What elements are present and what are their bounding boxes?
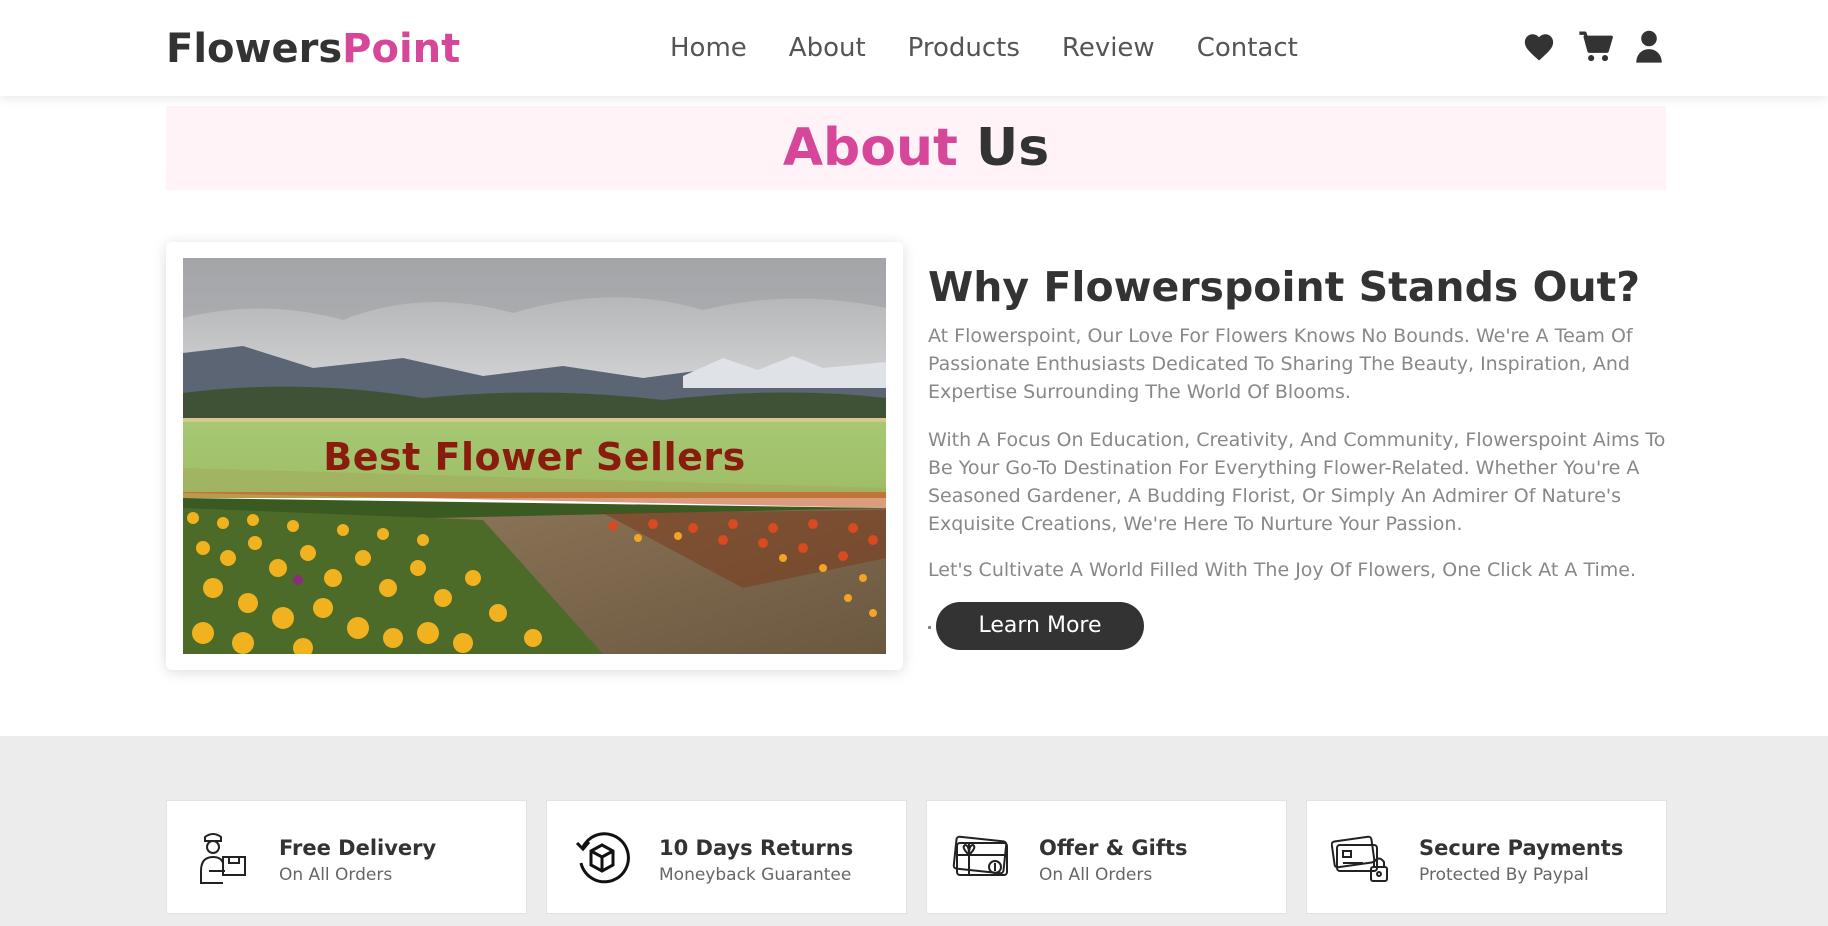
about-paragraph-2: With A Focus On Education, Creativity, A… <box>928 429 1666 535</box>
about-image-card: Best Flower Sellers <box>166 242 903 670</box>
feature-subtitle: Protected By Paypal <box>1419 865 1589 885</box>
about-heading: Why Flowerspoint Stands Out? <box>928 263 1641 311</box>
about-paragraph-3: Let's Cultivate A World Filled With The … <box>928 559 1637 581</box>
logo-accent: Point <box>342 26 461 72</box>
site-header: FlowersPoint Home About Products Review … <box>0 0 1828 96</box>
about-content: Why Flowerspoint Stands Out? At Flowersp… <box>928 262 1668 650</box>
heart-icon[interactable] <box>1522 30 1556 64</box>
user-icon[interactable] <box>1634 30 1668 64</box>
feature-card-payments: Secure Payments Protected By Paypal <box>1306 800 1667 914</box>
gift-card-icon <box>951 827 1013 889</box>
nav-review[interactable]: Review <box>1062 30 1155 66</box>
main-nav: Home About Products Review Contact <box>670 30 1298 66</box>
about-paragraph-1: At Flowerspoint, Our Love For Flowers Kn… <box>928 325 1633 403</box>
learn-more-button[interactable]: Learn More <box>936 602 1144 650</box>
feature-subtitle: On All Orders <box>1039 865 1153 885</box>
tulip-field-photo: Best Flower Sellers <box>183 258 886 654</box>
nav-products[interactable]: Products <box>908 30 1020 66</box>
page-title: About Us <box>166 106 1666 190</box>
header-icons <box>1522 30 1668 64</box>
page-title-main: Us <box>957 118 1050 178</box>
logo-main: Flowers <box>166 26 343 72</box>
features-section: Free Delivery On All Orders 10 Days Retu… <box>0 736 1828 926</box>
photo-banner-text: Best Flower Sellers <box>323 435 746 479</box>
nav-about[interactable]: About <box>789 30 866 66</box>
feature-subtitle: Moneyback Guarantee <box>659 865 852 885</box>
site-logo[interactable]: FlowersPoint <box>166 26 460 72</box>
feature-card-returns: 10 Days Returns Moneyback Guarantee <box>546 800 907 914</box>
about-title-band: About Us <box>166 106 1666 190</box>
feature-title: Free Delivery <box>279 836 437 860</box>
return-box-icon <box>571 827 633 889</box>
page-title-accent: About <box>782 118 958 178</box>
feature-subtitle: On All Orders <box>279 865 393 885</box>
nav-contact[interactable]: Contact <box>1197 30 1298 66</box>
feature-card-gifts: Offer & Gifts On All Orders <box>926 800 1287 914</box>
nav-home[interactable]: Home <box>670 30 747 66</box>
feature-card-delivery: Free Delivery On All Orders <box>166 800 527 914</box>
secure-card-icon <box>1330 827 1393 889</box>
feature-title: 10 Days Returns <box>659 836 854 860</box>
cart-icon[interactable] <box>1578 30 1613 64</box>
delivery-person-icon <box>191 827 253 889</box>
button-dot <box>928 626 931 629</box>
feature-title: Secure Payments <box>1419 836 1624 860</box>
feature-title: Offer & Gifts <box>1039 836 1188 860</box>
